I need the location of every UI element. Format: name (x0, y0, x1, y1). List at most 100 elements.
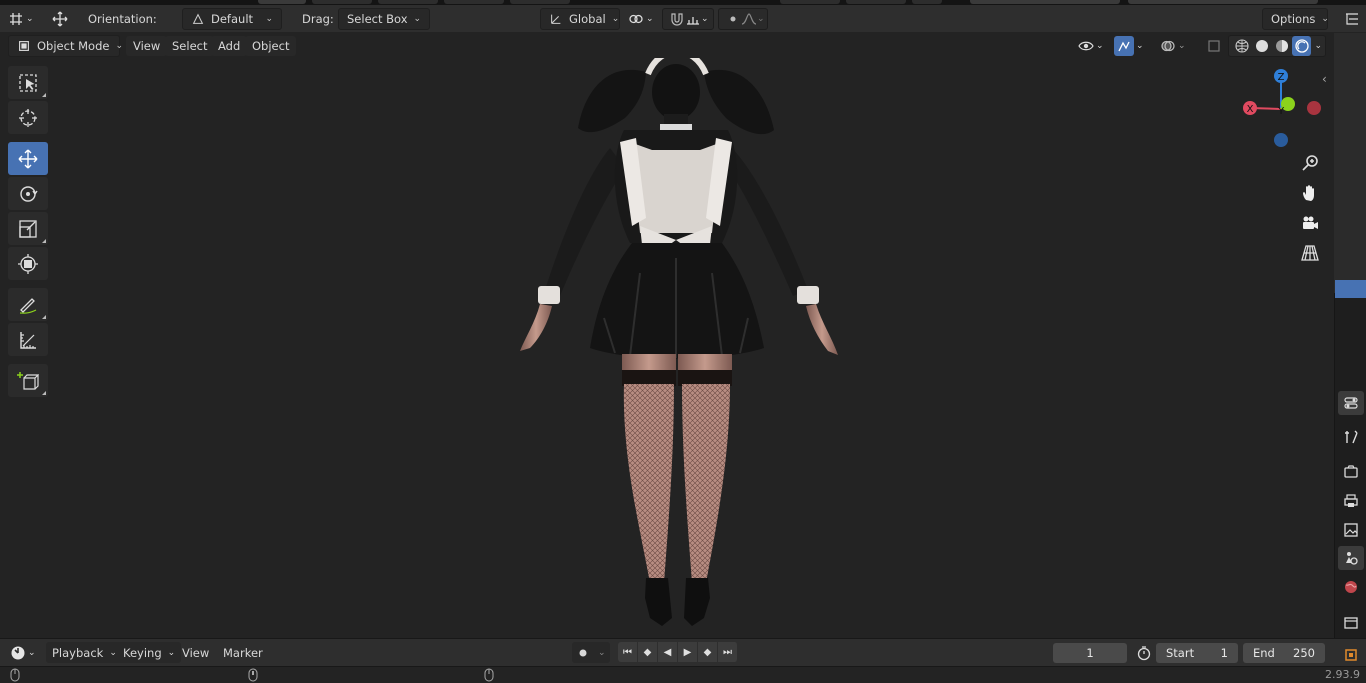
rotate-tool[interactable] (8, 177, 48, 210)
chevron-down-icon: ⌄ (701, 14, 709, 24)
keying-menu[interactable]: Keying ⌄ (117, 642, 182, 663)
world-tab[interactable] (1338, 575, 1364, 599)
annotate-tool[interactable] (8, 288, 48, 321)
preview-range-toggle[interactable] (1134, 642, 1154, 664)
navigation-gizmo[interactable]: Z X Y (1236, 66, 1326, 150)
drag-dropdown[interactable]: Select Box ⌄ (338, 8, 430, 30)
camera-view-button[interactable] (1298, 211, 1322, 235)
scene-tab[interactable] (1338, 546, 1364, 570)
jump-to-end-icon[interactable]: ⏭ (718, 642, 738, 662)
tool-tab[interactable] (1338, 425, 1364, 449)
move-tool[interactable] (8, 142, 48, 175)
timeline-view-menu[interactable]: View (182, 642, 209, 663)
start-label: Start (1166, 646, 1195, 660)
blender-window: ⌄ Orientation: Default ⌄ Drag: Select Bo… (0, 0, 1366, 683)
menu-add[interactable]: Add (211, 36, 248, 56)
camera-icon (1303, 216, 1318, 229)
rotate-icon (20, 185, 38, 202)
play-icon[interactable]: ▶ (678, 642, 698, 662)
collection-box-icon (1344, 617, 1358, 629)
sidebar-toggle-arrow-icon[interactable]: ‹ (1322, 72, 1327, 86)
workspace-tab[interactable] (846, 0, 906, 4)
outliner-toggle[interactable] (1342, 8, 1362, 30)
cursor-tool[interactable] (8, 101, 48, 134)
hand-icon (1303, 185, 1314, 201)
workspace-tab[interactable] (258, 0, 306, 4)
options-dropdown[interactable]: Options ⌄ (1262, 8, 1329, 30)
proportional-dot-icon (725, 9, 741, 29)
start-value: 1 (1220, 646, 1228, 660)
scale-tool[interactable] (8, 212, 48, 245)
view-layer-field[interactable] (1128, 0, 1318, 4)
scene-field[interactable] (970, 0, 1120, 4)
view-layer-tab[interactable] (1338, 518, 1364, 542)
select-box-tool[interactable] (8, 66, 48, 99)
workspace-tab[interactable] (378, 0, 438, 4)
move-arrows-icon (50, 9, 70, 29)
scene-shapes-icon (1346, 552, 1358, 565)
current-frame-field[interactable]: 1 (1053, 643, 1127, 663)
cursor-icon (19, 108, 37, 127)
visibility-dropdown[interactable]: ⌄ (1076, 35, 1104, 57)
end-frame-field[interactable]: End 250 (1243, 643, 1325, 663)
jump-to-next-keyframe-icon[interactable]: ◆ (698, 642, 718, 662)
gizmo-neg-z-axis[interactable] (1274, 133, 1288, 147)
proportional-editing-toggle[interactable]: ⌄ (718, 8, 768, 30)
orientation-label: Orientation: (88, 12, 157, 26)
marker-menu[interactable]: Marker (223, 642, 263, 663)
start-frame-field[interactable]: Start 1 (1156, 643, 1238, 663)
workspace-tab[interactable] (444, 0, 504, 4)
annotate-pencil-icon (19, 297, 37, 314)
pivot-point-button[interactable]: ⌄ (626, 8, 654, 30)
tool-settings-header: ⌄ Orientation: Default ⌄ Drag: Select Bo… (0, 5, 1366, 33)
workspace-tab[interactable] (912, 0, 942, 4)
transform-space-dropdown[interactable]: Global ⌄ (540, 8, 620, 30)
object-mode-icon (17, 36, 31, 56)
perspective-toggle-button[interactable] (1298, 241, 1322, 265)
zoom-button[interactable] (1298, 151, 1322, 175)
timeline-editor-type-button[interactable]: ⌄ (8, 642, 36, 664)
menu-object[interactable]: Object (245, 36, 297, 56)
editor-type-button[interactable]: ⌄ (6, 8, 34, 30)
world-globe-icon (1345, 581, 1357, 593)
properties-editor-button[interactable] (1341, 644, 1361, 666)
add-cube-tool[interactable] (8, 364, 48, 397)
viewport-editor-icon (6, 9, 26, 29)
overlays-toggle[interactable]: ⌄ (1158, 35, 1186, 57)
workspace-tab[interactable] (312, 0, 372, 4)
end-value: 250 (1293, 646, 1315, 660)
rendered-shading-icon[interactable] (1291, 36, 1312, 56)
transform-tool[interactable] (8, 247, 48, 280)
gizmo-neg-x-axis[interactable] (1307, 101, 1321, 115)
render-tab[interactable] (1338, 460, 1364, 484)
jump-to-previous-keyframe-icon[interactable]: ◆ (638, 642, 658, 662)
jump-to-start-icon[interactable]: ⏮ (618, 642, 638, 662)
orientation-dropdown[interactable]: Default ⌄ (182, 8, 282, 30)
3d-viewport[interactable] (0, 58, 1334, 638)
workspace-tab[interactable] (780, 0, 840, 4)
snap-toggle[interactable]: ⌄ (662, 8, 714, 30)
menu-select[interactable]: Select (165, 36, 215, 56)
selected-outliner-row[interactable] (1335, 280, 1366, 298)
collection-tab[interactable] (1338, 610, 1364, 634)
gizmo-toggle[interactable]: ⌄ (1114, 35, 1144, 57)
workspace-tab[interactable] (510, 0, 570, 4)
eye-icon (1076, 36, 1096, 56)
mode-dropdown[interactable]: Object Mode ⌄ (8, 35, 123, 57)
measure-tool[interactable] (8, 323, 48, 356)
solid-shading-icon[interactable] (1252, 36, 1272, 56)
auto-keying-toggle[interactable]: ⌄ (572, 642, 610, 663)
pan-button[interactable] (1298, 181, 1322, 205)
orientation-value: Default (211, 12, 254, 26)
add-cube-icon (17, 371, 39, 390)
material-preview-icon[interactable] (1272, 36, 1292, 56)
tool-properties-tab[interactable] (1338, 391, 1364, 415)
output-tab[interactable] (1338, 489, 1364, 513)
xray-toggle[interactable] (1204, 35, 1224, 57)
active-tool-icon-button[interactable] (50, 8, 70, 30)
playback-menu[interactable]: Playback ⌄ (46, 642, 123, 663)
menu-view[interactable]: View (126, 36, 168, 56)
play-reverse-icon[interactable]: ◀ (658, 642, 678, 662)
wireframe-shading-icon[interactable] (1232, 36, 1252, 56)
gizmo-z-label: Z (1278, 72, 1285, 83)
